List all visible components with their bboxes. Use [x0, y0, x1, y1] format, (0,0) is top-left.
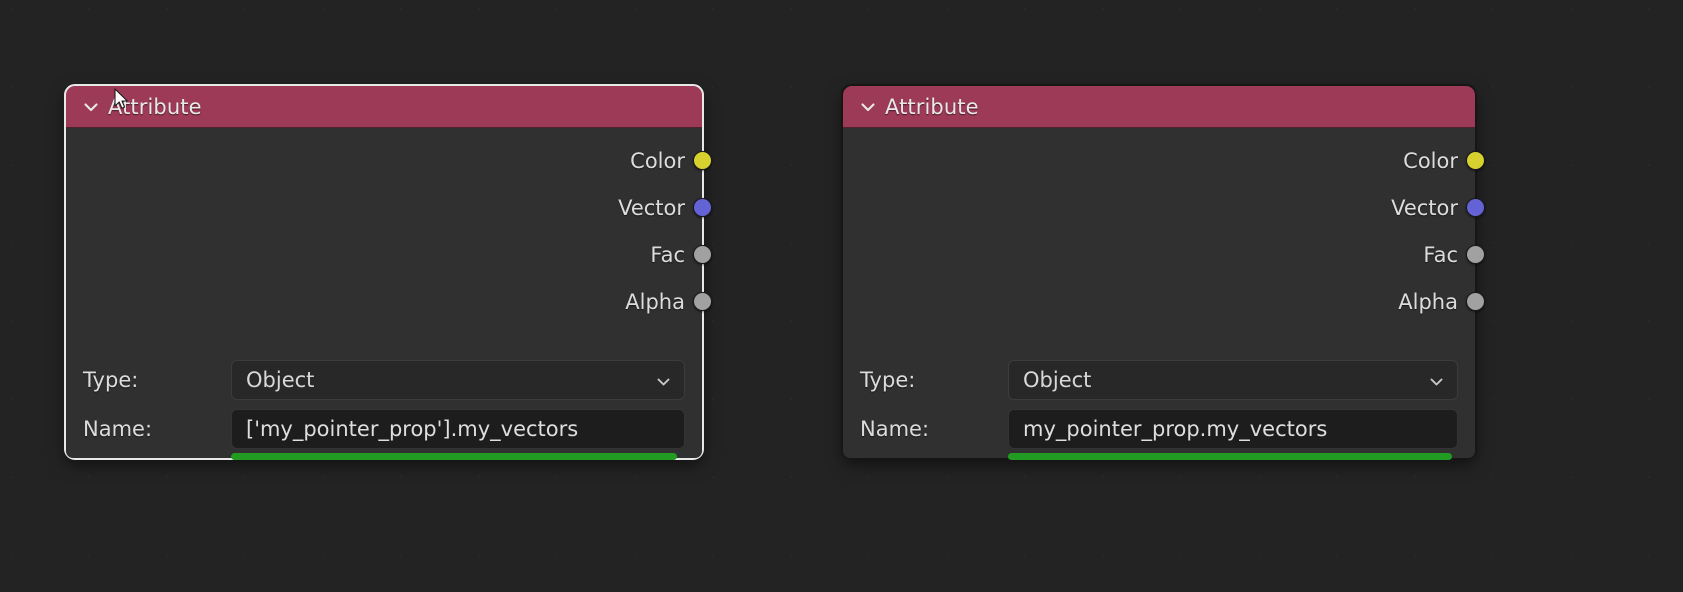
socket-dot-vector[interactable]: [1466, 198, 1485, 217]
chevron-down-icon[interactable]: [82, 98, 100, 116]
type-dropdown-value: Object: [246, 368, 315, 392]
node-title: Attribute: [885, 94, 979, 119]
node-title: Attribute: [108, 94, 202, 119]
output-socket-fac[interactable]: Fac: [843, 231, 1485, 278]
output-socket-color[interactable]: Color: [843, 137, 1485, 184]
output-socket-vector[interactable]: Vector: [843, 184, 1485, 231]
socket-label: Vector: [1391, 195, 1458, 220]
socket-label: Color: [630, 148, 685, 173]
name-input[interactable]: ['my_pointer_prop'].my_vectors: [231, 409, 685, 449]
name-input-value: ['my_pointer_prop'].my_vectors: [246, 417, 579, 441]
chevron-down-icon[interactable]: [1428, 372, 1445, 389]
socket-label: Vector: [618, 195, 685, 220]
type-label: Type:: [860, 368, 916, 392]
output-socket-vector[interactable]: Vector: [66, 184, 712, 231]
output-socket-color[interactable]: Color: [66, 137, 712, 184]
name-input[interactable]: my_pointer_prop.my_vectors: [1008, 409, 1458, 449]
socket-dot-alpha[interactable]: [693, 292, 712, 311]
attribute-node-left[interactable]: Attribute Color Vector Fac Alpha Type: O…: [64, 84, 712, 460]
node-body: Color Vector Fac Alpha Type: Object Name…: [66, 128, 712, 460]
type-property-row: Type: Object: [83, 360, 685, 400]
type-dropdown[interactable]: Object: [1008, 360, 1458, 400]
name-control[interactable]: my_pointer_prop.my_vectors: [1008, 409, 1458, 460]
name-valid-indicator: [231, 453, 677, 460]
name-input-value: my_pointer_prop.my_vectors: [1023, 417, 1328, 441]
output-socket-fac[interactable]: Fac: [66, 231, 712, 278]
name-label: Name:: [860, 417, 930, 441]
socket-dot-fac[interactable]: [1466, 245, 1485, 264]
socket-label: Fac: [650, 242, 685, 267]
name-control[interactable]: ['my_pointer_prop'].my_vectors: [231, 409, 685, 460]
socket-dot-color[interactable]: [693, 151, 712, 170]
name-label: Name:: [83, 417, 153, 441]
socket-label: Alpha: [625, 289, 685, 314]
type-dropdown[interactable]: Object: [231, 360, 685, 400]
output-socket-list: Color Vector Fac Alpha: [843, 128, 1485, 325]
name-property-row: Name: my_pointer_prop.my_vectors: [860, 409, 1458, 460]
node-header[interactable]: Attribute: [66, 86, 702, 128]
node-header[interactable]: Attribute: [843, 86, 1475, 128]
socket-label: Fac: [1423, 242, 1458, 267]
type-dropdown-value: Object: [1023, 368, 1092, 392]
output-socket-alpha[interactable]: Alpha: [843, 278, 1485, 325]
name-property-row: Name: ['my_pointer_prop'].my_vectors: [83, 409, 685, 460]
attribute-node-right[interactable]: Attribute Color Vector Fac Alpha Type: O…: [841, 84, 1485, 460]
socket-dot-vector[interactable]: [693, 198, 712, 217]
node-body: Color Vector Fac Alpha Type: Object Name…: [843, 128, 1485, 460]
socket-label: Alpha: [1398, 289, 1458, 314]
type-label: Type:: [83, 368, 139, 392]
output-socket-alpha[interactable]: Alpha: [66, 278, 712, 325]
chevron-down-icon[interactable]: [655, 372, 672, 389]
node-properties: Type: Object Name: my_pointer_prop.my_ve…: [843, 360, 1475, 460]
type-control[interactable]: Object: [231, 360, 685, 400]
name-valid-indicator: [1008, 453, 1452, 460]
socket-dot-fac[interactable]: [693, 245, 712, 264]
socket-dot-alpha[interactable]: [1466, 292, 1485, 311]
node-properties: Type: Object Name: ['my_pointer_prop'].m…: [66, 360, 702, 460]
type-property-row: Type: Object: [860, 360, 1458, 400]
socket-dot-color[interactable]: [1466, 151, 1485, 170]
type-control[interactable]: Object: [1008, 360, 1458, 400]
output-socket-list: Color Vector Fac Alpha: [66, 128, 712, 325]
chevron-down-icon[interactable]: [859, 98, 877, 116]
socket-label: Color: [1403, 148, 1458, 173]
